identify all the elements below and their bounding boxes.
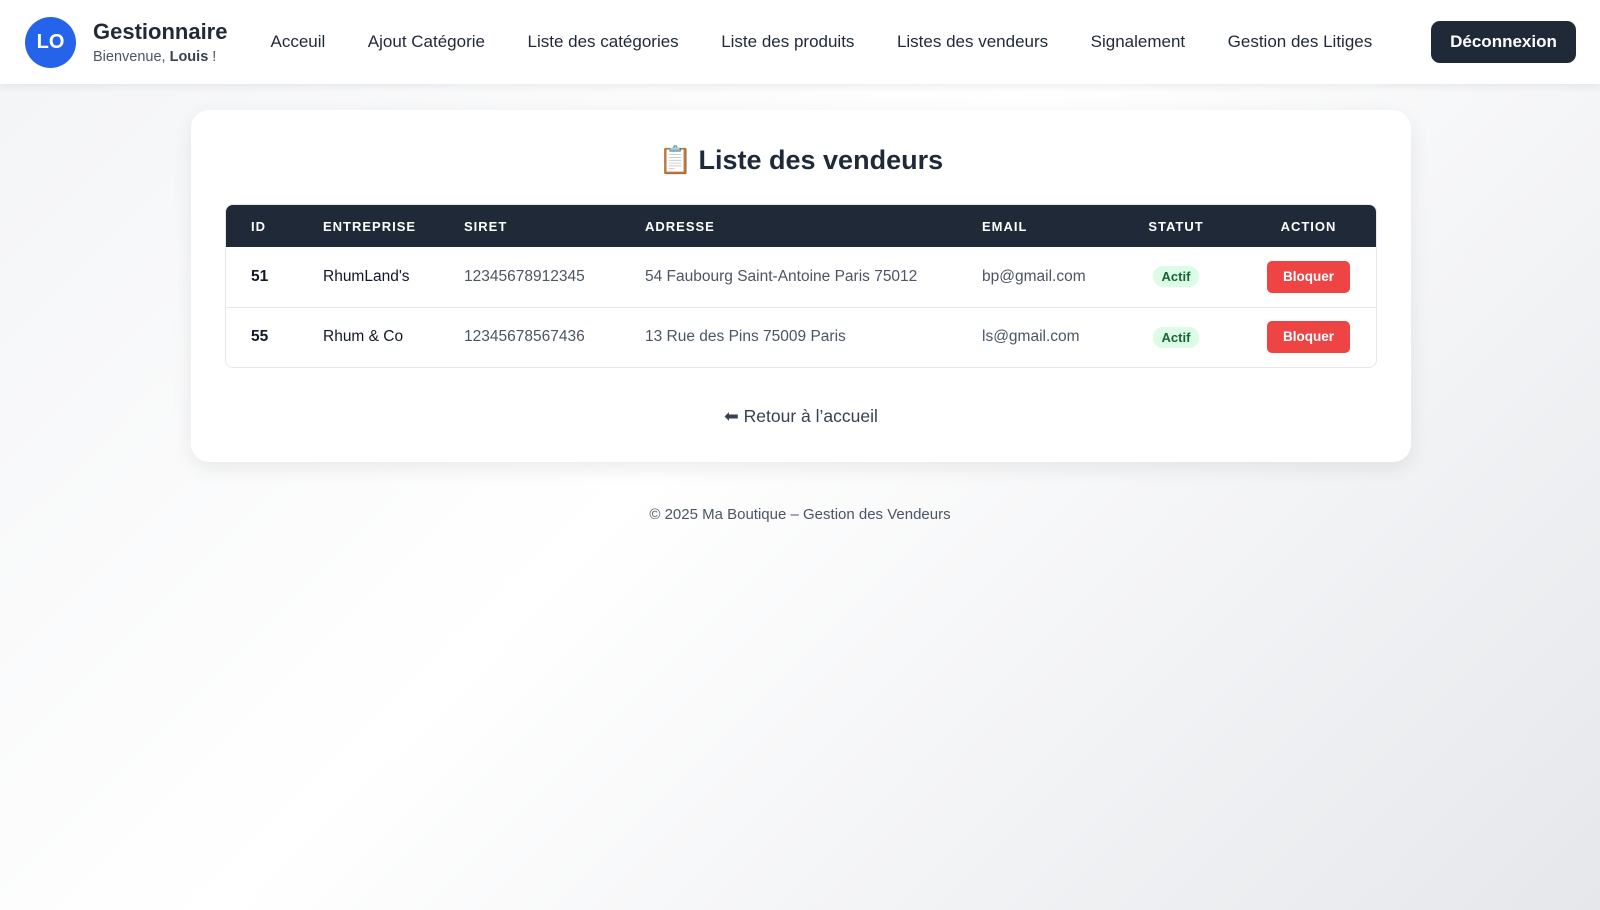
user-name: Louis: [169, 49, 209, 65]
cell-siret: 12345678567436: [464, 328, 585, 346]
back-link-container: ⬅ Retour à l’accueil: [191, 406, 1411, 427]
sellers-card: 📋 Liste des vendeurs ID ENTREPRISE SIRET …: [191, 110, 1411, 462]
cell-status: Actif: [1111, 247, 1241, 307]
cell-address: 13 Rue des Pins 75009 Paris: [645, 328, 846, 346]
page-title-text: Liste des vendeurs: [698, 145, 944, 175]
footer: © 2025 Ma Boutique – Gestion des Vendeur…: [649, 506, 951, 523]
column-header-action: ACTION: [1280, 218, 1337, 234]
welcome-message: Bienvenue, Louis !: [93, 49, 227, 65]
avatar[interactable]: LO: [25, 16, 76, 68]
column-header-siret: SIRET: [464, 218, 508, 234]
logout-button[interactable]: Déconnexion: [1431, 21, 1576, 63]
nav-link-disputes[interactable]: Gestion des Litiges: [1228, 32, 1373, 52]
clipboard-icon: 📋: [658, 145, 693, 175]
nav-link-add-category[interactable]: Ajout Catégorie: [368, 32, 485, 52]
sellers-table-container: ID ENTREPRISE SIRET ADRESSE EMAIL STATUT…: [225, 204, 1377, 368]
nav-link-seller-list[interactable]: Listes des vendeurs: [897, 32, 1048, 52]
block-button[interactable]: Bloquer: [1267, 321, 1350, 354]
table-row: 51 RhumLand's 12345678912345 54 Faubourg…: [226, 247, 1376, 307]
cell-id: 55: [251, 328, 269, 346]
nav-link-category-list[interactable]: Liste des catégories: [527, 32, 678, 52]
status-badge: Actif: [1152, 266, 1200, 288]
table-row: 55 Rhum & Co 12345678567436 13 Rue des P…: [226, 307, 1376, 367]
cell-company: Rhum & Co: [323, 328, 404, 346]
column-header-id: ID: [251, 218, 266, 234]
cell-id: 51: [251, 267, 269, 285]
cell-address: 54 Faubourg Saint-Antoine Paris 75012: [645, 267, 918, 285]
brand: Gestionnaire Bienvenue, Louis !: [93, 19, 227, 65]
column-header-email: EMAIL: [982, 218, 1028, 234]
table-header-row: ID ENTREPRISE SIRET ADRESSE EMAIL STATUT…: [226, 205, 1376, 247]
cell-email: ls@gmail.com: [982, 328, 1080, 346]
page-title: 📋 Liste des vendeurs: [191, 144, 1411, 176]
column-header-status: STATUT: [1148, 218, 1204, 234]
cell-action: Bloquer: [1241, 247, 1376, 307]
cell-company: RhumLand's: [323, 267, 410, 285]
top-navbar: LO Gestionnaire Bienvenue, Louis ! Acceu…: [0, 0, 1600, 84]
column-header-address: ADRESSE: [645, 218, 715, 234]
app-title: Gestionnaire: [93, 19, 228, 44]
nav-link-product-list[interactable]: Liste des produits: [721, 32, 854, 52]
nav-link-reports[interactable]: Signalement: [1091, 32, 1186, 52]
cell-email: bp@gmail.com: [982, 267, 1086, 285]
main-nav: Acceuil Ajout Catégorie Liste des catégo…: [270, 32, 1414, 52]
welcome-prefix: Bienvenue,: [93, 49, 166, 65]
cell-siret: 12345678912345: [464, 267, 585, 285]
nav-link-home[interactable]: Acceuil: [270, 32, 325, 52]
cell-action: Bloquer: [1241, 307, 1376, 367]
sellers-table: ID ENTREPRISE SIRET ADRESSE EMAIL STATUT…: [226, 205, 1376, 367]
column-header-company: ENTREPRISE: [323, 218, 417, 234]
status-badge: Actif: [1152, 326, 1200, 348]
cell-status: Actif: [1111, 307, 1241, 367]
welcome-suffix: !: [212, 49, 217, 65]
back-to-home-link[interactable]: ⬅ Retour à l’accueil: [724, 406, 878, 426]
block-button[interactable]: Bloquer: [1267, 260, 1350, 293]
